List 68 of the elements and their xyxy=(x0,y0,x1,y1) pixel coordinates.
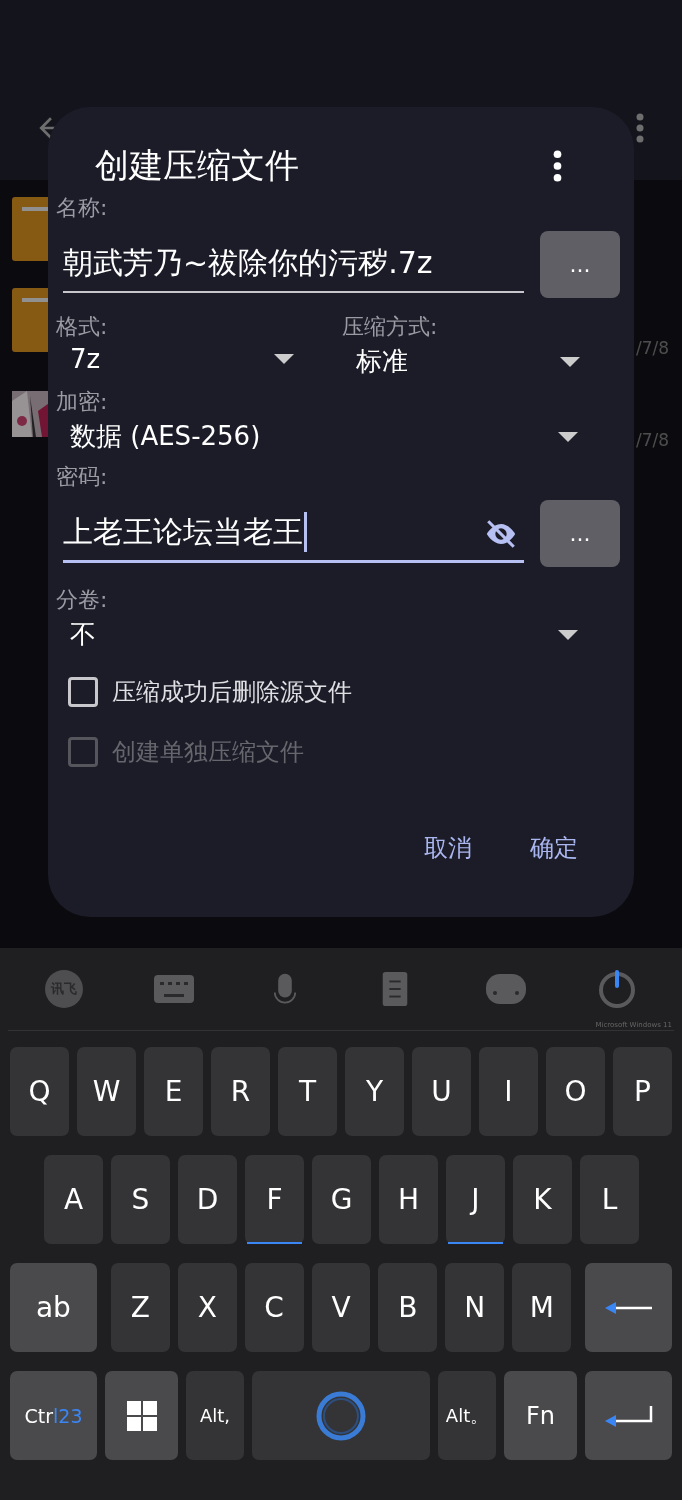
dialog-button[interactable]: 取消 xyxy=(410,820,486,876)
checkbox-label: 创建单独压缩文件 xyxy=(112,737,304,768)
password-field[interactable]: 上老王论坛当老王 xyxy=(63,504,524,563)
key[interactable]: X xyxy=(177,1263,237,1352)
backspace-key[interactable] xyxy=(585,1263,673,1352)
field-label: 名称: xyxy=(56,194,108,222)
key[interactable]: Alt, xyxy=(186,1371,244,1460)
key[interactable]: P xyxy=(613,1047,672,1136)
key[interactable]: Fn xyxy=(504,1371,577,1460)
dropdown-arrow-icon xyxy=(560,356,580,367)
key[interactable]: K xyxy=(513,1155,572,1244)
browse-button[interactable]: ... xyxy=(540,500,620,567)
power-icon[interactable] xyxy=(597,969,637,1009)
field-label: 加密: xyxy=(56,388,108,416)
key[interactable]: F xyxy=(245,1155,304,1244)
browse-button[interactable]: ... xyxy=(540,231,620,298)
key[interactable]: M xyxy=(512,1263,572,1352)
dropdown-arrow-icon xyxy=(558,431,578,442)
ring-icon xyxy=(315,1389,367,1442)
key[interactable]: T xyxy=(278,1047,337,1136)
key[interactable]: Z xyxy=(110,1263,170,1352)
method-dropdown[interactable]: 标准 xyxy=(342,342,592,383)
more-icon[interactable] xyxy=(553,150,562,182)
field-label: 压缩方式: xyxy=(342,313,438,341)
dropdown-arrow-icon xyxy=(558,629,578,640)
key[interactable]: L xyxy=(580,1155,639,1244)
dropdown-arrow-icon xyxy=(274,354,294,364)
key[interactable]: J xyxy=(446,1155,505,1244)
keyboard-icon[interactable] xyxy=(153,972,194,1006)
key[interactable]: I xyxy=(479,1047,538,1136)
checkbox-label: 压缩成功后删除源文件 xyxy=(112,677,352,708)
key[interactable]: A xyxy=(44,1155,103,1244)
format-dropdown[interactable]: 7z xyxy=(56,342,306,378)
field-label: 分卷: xyxy=(56,586,108,614)
key[interactable]: W xyxy=(77,1047,136,1136)
dialog-title: 创建压缩文件 xyxy=(95,144,299,187)
key[interactable]: R xyxy=(211,1047,270,1136)
name-field[interactable]: 朝武芳乃~祓除你的污秽.7z xyxy=(63,236,524,293)
field-label: 格式: xyxy=(56,313,108,341)
key[interactable]: G xyxy=(312,1155,371,1244)
key[interactable]: U xyxy=(412,1047,471,1136)
key[interactable]: S xyxy=(111,1155,170,1244)
key[interactable]: H xyxy=(379,1155,438,1244)
key[interactable]: O xyxy=(546,1047,605,1136)
key[interactable]: Y xyxy=(345,1047,404,1136)
key[interactable]: Q xyxy=(10,1047,69,1136)
encryption-dropdown[interactable]: 数据 (AES-256) xyxy=(56,417,620,458)
field-label: 密码: xyxy=(56,463,108,491)
space-key[interactable] xyxy=(252,1371,430,1460)
key[interactable]: Ctrl23 xyxy=(10,1371,97,1460)
enter-key[interactable] xyxy=(585,1371,672,1460)
dialog-button[interactable]: 确定 xyxy=(516,820,592,876)
key[interactable]: N xyxy=(445,1263,505,1352)
date-text: /7/8 xyxy=(636,338,670,358)
date-text: /7/8 xyxy=(636,430,670,450)
key[interactable]: V xyxy=(311,1263,371,1352)
windows-icon xyxy=(126,1400,157,1431)
key[interactable]: C xyxy=(244,1263,304,1352)
enter-icon xyxy=(604,1404,653,1427)
key[interactable]: B xyxy=(378,1263,438,1352)
backspace-icon xyxy=(604,1300,653,1315)
key[interactable]: D xyxy=(178,1155,237,1244)
key[interactable]: ab xyxy=(10,1263,97,1352)
gamepad-icon[interactable] xyxy=(486,972,527,1006)
split-dropdown[interactable]: 不 xyxy=(56,615,620,656)
key[interactable]: E xyxy=(144,1047,203,1136)
key[interactable]: Alt。 xyxy=(438,1371,496,1460)
windows-key[interactable] xyxy=(105,1371,178,1460)
